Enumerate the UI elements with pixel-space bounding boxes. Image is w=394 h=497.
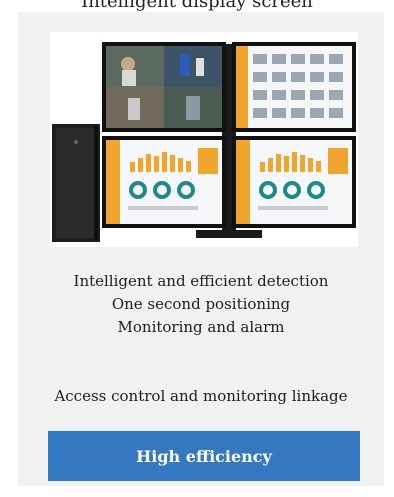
monitor-bottom-right: [232, 136, 356, 228]
feature-card: Intelligent and efficient detection One …: [18, 12, 384, 486]
page: Intelligent display screen Intelligent a…: [0, 0, 394, 497]
top-caption: Intelligent display screen: [81, 0, 313, 12]
feature-line-detection: Intelligent and efficient detection: [73, 272, 329, 290]
product-image: [50, 32, 358, 247]
feature-line-access-control: Access control and monitoring linkage: [54, 387, 348, 405]
high-efficiency-button[interactable]: High efficiency: [48, 431, 360, 481]
feature-lines: Intelligent and efficient detection One …: [18, 270, 384, 339]
monitor-top-left: [102, 42, 226, 132]
feature-line-alarm: Monitoring and alarm: [117, 318, 285, 336]
feature-line-positioning: One second positioning: [111, 295, 291, 313]
monitor-top-right: [232, 42, 356, 132]
monitor-bottom-left: [102, 136, 226, 228]
pc-tower-icon: [52, 124, 100, 242]
product-illustration: [52, 42, 356, 242]
